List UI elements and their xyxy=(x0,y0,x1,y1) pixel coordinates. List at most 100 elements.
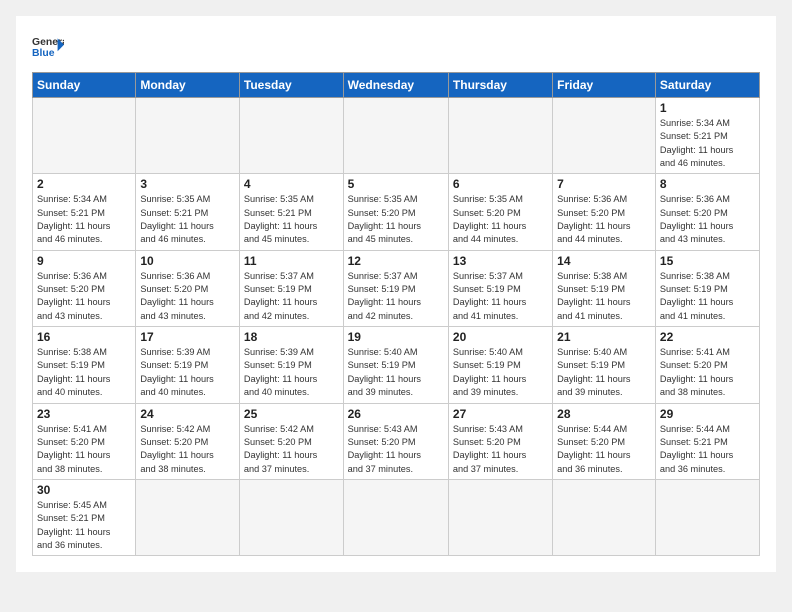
day-info: Sunrise: 5:44 AM Sunset: 5:21 PM Dayligh… xyxy=(660,423,755,476)
day-number: 30 xyxy=(37,483,131,497)
calendar-cell: 1 Sunrise: 5:34 AM Sunset: 5:21 PM Daylig… xyxy=(655,98,759,174)
day-info: Sunrise: 5:34 AM Sunset: 5:21 PM Dayligh… xyxy=(660,117,755,170)
calendar-cell: 24 Sunrise: 5:42 AM Sunset: 5:20 PM Dayli… xyxy=(136,403,240,479)
day-number: 2 xyxy=(37,177,131,191)
calendar-cell: 21 Sunrise: 5:40 AM Sunset: 5:19 PM Dayli… xyxy=(553,327,656,403)
weekday-header-thursday: Thursday xyxy=(448,73,552,98)
calendar-cell: 30 Sunrise: 5:45 AM Sunset: 5:21 PM Dayli… xyxy=(33,479,136,555)
day-info: Sunrise: 5:44 AM Sunset: 5:20 PM Dayligh… xyxy=(557,423,651,476)
calendar-cell: 11Sunrise: 5:37 AM Sunset: 5:19 PM Dayli… xyxy=(239,250,343,326)
day-number: 23 xyxy=(37,407,131,421)
calendar-cell xyxy=(343,479,448,555)
calendar-cell xyxy=(239,479,343,555)
calendar-cell: 7Sunrise: 5:36 AM Sunset: 5:20 PM Daylig… xyxy=(553,174,656,250)
day-number: 20 xyxy=(453,330,548,344)
calendar-cell xyxy=(655,479,759,555)
day-info: Sunrise: 5:38 AM Sunset: 5:19 PM Dayligh… xyxy=(660,270,755,323)
day-info: Sunrise: 5:43 AM Sunset: 5:20 PM Dayligh… xyxy=(348,423,444,476)
weekday-header-friday: Friday xyxy=(553,73,656,98)
day-info: Sunrise: 5:37 AM Sunset: 5:19 PM Dayligh… xyxy=(348,270,444,323)
calendar-cell: 26 Sunrise: 5:43 AM Sunset: 5:20 PM Dayli… xyxy=(343,403,448,479)
day-number: 26 xyxy=(348,407,444,421)
day-info: Sunrise: 5:40 AM Sunset: 5:19 PM Dayligh… xyxy=(557,346,651,399)
calendar-cell: 9 Sunrise: 5:36 AM Sunset: 5:20 PM Daylig… xyxy=(33,250,136,326)
day-info: Sunrise: 5:34 AM Sunset: 5:21 PM Dayligh… xyxy=(37,193,131,246)
calendar-cell: 23 Sunrise: 5:41 AM Sunset: 5:20 PM Dayli… xyxy=(33,403,136,479)
calendar-cell: 4Sunrise: 5:35 AM Sunset: 5:21 PM Daylig… xyxy=(239,174,343,250)
calendar-cell: 14 Sunrise: 5:38 AM Sunset: 5:19 PM Dayli… xyxy=(553,250,656,326)
day-number: 8 xyxy=(660,177,755,191)
day-info: Sunrise: 5:36 AM Sunset: 5:20 PM Dayligh… xyxy=(557,193,651,246)
day-number: 9 xyxy=(37,254,131,268)
header: General Blue xyxy=(32,32,760,64)
day-number: 3 xyxy=(140,177,235,191)
day-number: 11 xyxy=(244,254,339,268)
day-info: Sunrise: 5:42 AM Sunset: 5:20 PM Dayligh… xyxy=(244,423,339,476)
calendar-cell xyxy=(448,479,552,555)
day-info: Sunrise: 5:36 AM Sunset: 5:20 PM Dayligh… xyxy=(37,270,131,323)
calendar-week-6: 30 Sunrise: 5:45 AM Sunset: 5:21 PM Dayli… xyxy=(33,479,760,555)
calendar-cell: 3 Sunrise: 5:35 AM Sunset: 5:21 PM Daylig… xyxy=(136,174,240,250)
day-number: 25 xyxy=(244,407,339,421)
logo-icon: General Blue xyxy=(32,32,64,64)
day-number: 1 xyxy=(660,101,755,115)
calendar: SundayMondayTuesdayWednesdayThursdayFrid… xyxy=(32,72,760,556)
calendar-cell: 22 Sunrise: 5:41 AM Sunset: 5:20 PM Dayli… xyxy=(655,327,759,403)
day-info: Sunrise: 5:45 AM Sunset: 5:21 PM Dayligh… xyxy=(37,499,131,552)
calendar-cell: 27 Sunrise: 5:43 AM Sunset: 5:20 PM Dayli… xyxy=(448,403,552,479)
weekday-header-wednesday: Wednesday xyxy=(343,73,448,98)
day-number: 13 xyxy=(453,254,548,268)
day-number: 17 xyxy=(140,330,235,344)
calendar-week-2: 2 Sunrise: 5:34 AM Sunset: 5:21 PM Daylig… xyxy=(33,174,760,250)
calendar-cell: 29 Sunrise: 5:44 AM Sunset: 5:21 PM Dayli… xyxy=(655,403,759,479)
day-number: 14 xyxy=(557,254,651,268)
weekday-header-monday: Monday xyxy=(136,73,240,98)
calendar-cell: 25 Sunrise: 5:42 AM Sunset: 5:20 PM Dayli… xyxy=(239,403,343,479)
day-info: Sunrise: 5:41 AM Sunset: 5:20 PM Dayligh… xyxy=(37,423,131,476)
day-number: 28 xyxy=(557,407,651,421)
calendar-cell: 16Sunrise: 5:38 AM Sunset: 5:19 PM Dayli… xyxy=(33,327,136,403)
calendar-cell: 13 Sunrise: 5:37 AM Sunset: 5:19 PM Dayli… xyxy=(448,250,552,326)
day-info: Sunrise: 5:35 AM Sunset: 5:21 PM Dayligh… xyxy=(244,193,339,246)
calendar-cell: 2 Sunrise: 5:34 AM Sunset: 5:21 PM Daylig… xyxy=(33,174,136,250)
day-number: 27 xyxy=(453,407,548,421)
calendar-cell xyxy=(448,98,552,174)
calendar-cell: 19Sunrise: 5:40 AM Sunset: 5:19 PM Dayli… xyxy=(343,327,448,403)
day-info: Sunrise: 5:38 AM Sunset: 5:19 PM Dayligh… xyxy=(557,270,651,323)
day-number: 22 xyxy=(660,330,755,344)
calendar-cell xyxy=(136,98,240,174)
calendar-week-4: 16Sunrise: 5:38 AM Sunset: 5:19 PM Dayli… xyxy=(33,327,760,403)
day-info: Sunrise: 5:37 AM Sunset: 5:19 PM Dayligh… xyxy=(453,270,548,323)
day-number: 29 xyxy=(660,407,755,421)
day-number: 21 xyxy=(557,330,651,344)
calendar-cell: 28 Sunrise: 5:44 AM Sunset: 5:20 PM Dayli… xyxy=(553,403,656,479)
day-info: Sunrise: 5:43 AM Sunset: 5:20 PM Dayligh… xyxy=(453,423,548,476)
day-number: 15 xyxy=(660,254,755,268)
calendar-cell: 6Sunrise: 5:35 AM Sunset: 5:20 PM Daylig… xyxy=(448,174,552,250)
day-info: Sunrise: 5:38 AM Sunset: 5:19 PM Dayligh… xyxy=(37,346,131,399)
calendar-cell: 10Sunrise: 5:36 AM Sunset: 5:20 PM Dayli… xyxy=(136,250,240,326)
calendar-cell xyxy=(553,98,656,174)
calendar-week-3: 9 Sunrise: 5:36 AM Sunset: 5:20 PM Daylig… xyxy=(33,250,760,326)
day-info: Sunrise: 5:39 AM Sunset: 5:19 PM Dayligh… xyxy=(140,346,235,399)
day-number: 24 xyxy=(140,407,235,421)
day-info: Sunrise: 5:35 AM Sunset: 5:21 PM Dayligh… xyxy=(140,193,235,246)
weekday-header-tuesday: Tuesday xyxy=(239,73,343,98)
calendar-cell: 12 Sunrise: 5:37 AM Sunset: 5:19 PM Dayli… xyxy=(343,250,448,326)
calendar-cell: 18Sunrise: 5:39 AM Sunset: 5:19 PM Dayli… xyxy=(239,327,343,403)
day-info: Sunrise: 5:40 AM Sunset: 5:19 PM Dayligh… xyxy=(453,346,548,399)
calendar-cell: 5Sunrise: 5:35 AM Sunset: 5:20 PM Daylig… xyxy=(343,174,448,250)
weekday-header-row: SundayMondayTuesdayWednesdayThursdayFrid… xyxy=(33,73,760,98)
day-number: 12 xyxy=(348,254,444,268)
day-number: 5 xyxy=(348,177,444,191)
weekday-header-saturday: Saturday xyxy=(655,73,759,98)
calendar-cell xyxy=(33,98,136,174)
day-info: Sunrise: 5:41 AM Sunset: 5:20 PM Dayligh… xyxy=(660,346,755,399)
logo: General Blue xyxy=(32,32,64,64)
day-number: 6 xyxy=(453,177,548,191)
day-info: Sunrise: 5:42 AM Sunset: 5:20 PM Dayligh… xyxy=(140,423,235,476)
calendar-cell xyxy=(136,479,240,555)
calendar-cell xyxy=(553,479,656,555)
day-info: Sunrise: 5:39 AM Sunset: 5:19 PM Dayligh… xyxy=(244,346,339,399)
day-number: 19 xyxy=(348,330,444,344)
